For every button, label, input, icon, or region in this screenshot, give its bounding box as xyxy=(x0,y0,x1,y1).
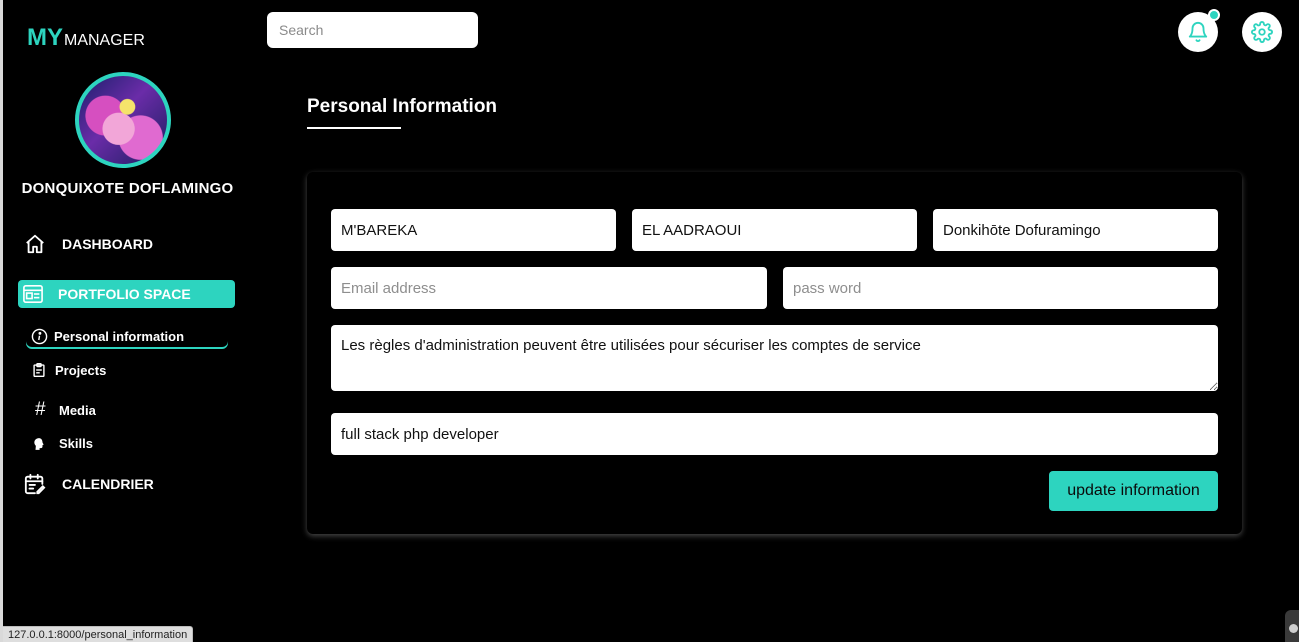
sidebar-subitem-label: Media xyxy=(59,402,96,418)
sidebar-subitem-label: Projects xyxy=(55,362,107,378)
info-icon xyxy=(31,328,48,344)
notifications-button[interactable] xyxy=(1178,9,1220,52)
bell-icon xyxy=(1188,22,1208,43)
sidebar-item-portfolio[interactable]: PORTFOLIO SPACE xyxy=(18,280,235,308)
first-name-field[interactable] xyxy=(331,209,616,251)
job-title-field[interactable] xyxy=(331,413,1218,455)
sidebar-subitem-personal-information[interactable]: Personal information xyxy=(26,325,228,347)
sidebar-subitem-skills[interactable]: Skills xyxy=(32,436,93,451)
hashtag-icon: # xyxy=(34,399,46,420)
home-icon xyxy=(26,234,44,254)
sidebar-item-label: DASHBOARD xyxy=(62,236,153,252)
logo-manager: MANAGER xyxy=(64,32,145,49)
sidebar-subitem-label: Personal information xyxy=(54,328,185,344)
logo-my: MY xyxy=(27,24,63,51)
sidebar-subitem-projects[interactable]: Projects xyxy=(32,362,106,378)
sidebar-item-label: PORTFOLIO SPACE xyxy=(58,286,191,302)
projects-icon xyxy=(33,363,45,377)
avatar[interactable] xyxy=(75,72,171,168)
notification-badge xyxy=(1208,9,1220,21)
floating-widget-tab[interactable] xyxy=(1285,610,1299,642)
email-field[interactable] xyxy=(331,267,767,309)
brain-icon xyxy=(34,437,44,450)
search-input[interactable] xyxy=(267,12,478,48)
sidebar-item-label: CALENDRIER xyxy=(62,476,154,492)
sidebar-subitem-media[interactable]: # Media xyxy=(32,399,96,421)
window-edge xyxy=(0,0,3,642)
app-logo[interactable]: MY MANAGER xyxy=(27,24,145,52)
status-bar-url: 127.0.0.1:8000/personal_information xyxy=(3,626,194,642)
sidebar-item-calendar[interactable]: CALENDRIER xyxy=(24,473,154,495)
profile-name: DONQUIXOTE DOFLAMINGO xyxy=(21,180,234,197)
description-textarea[interactable]: Les règles d'administration peuvent être… xyxy=(331,325,1218,391)
page-title: Personal Information xyxy=(307,96,498,117)
update-information-button[interactable]: update information xyxy=(1049,471,1218,511)
nickname-field[interactable] xyxy=(933,209,1218,251)
sidebar-item-dashboard[interactable]: DASHBOARD xyxy=(24,233,153,255)
password-field[interactable] xyxy=(783,267,1218,309)
gear-icon xyxy=(1251,21,1273,43)
sidebar-subitem-label: Skills xyxy=(59,436,93,451)
title-underline xyxy=(307,127,401,129)
calendar-edit-icon xyxy=(24,473,46,495)
settings-button[interactable] xyxy=(1242,12,1282,52)
portfolio-icon xyxy=(23,285,43,303)
last-name-field[interactable] xyxy=(632,209,917,251)
